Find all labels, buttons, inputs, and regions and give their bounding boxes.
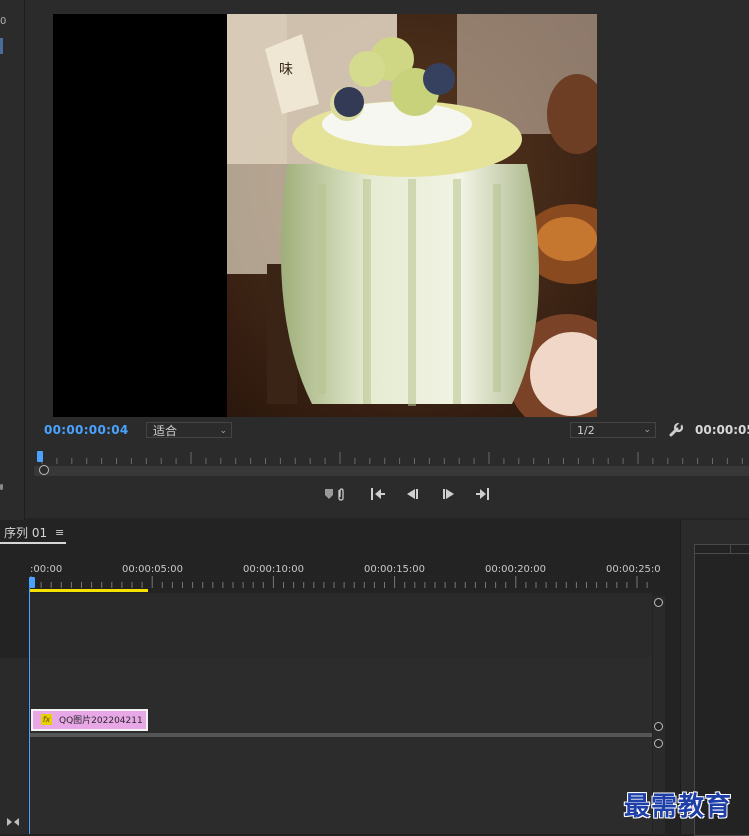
monitor-zoom-bar[interactable]	[34, 466, 749, 476]
ruler-label: 00:00:10:00	[243, 564, 305, 575]
panel-menu-icon[interactable]: ≡	[55, 526, 64, 539]
timeline-playhead[interactable]	[29, 577, 35, 588]
chevron-down-icon: ⌄	[643, 425, 651, 435]
ruler-label: 00:00:25:0	[606, 564, 661, 575]
ruler-label: :00:00	[30, 564, 63, 575]
clip-name: QQ图片202204211	[59, 716, 143, 726]
track-lane[interactable]	[30, 762, 652, 788]
fit-dropdown-value: 适合	[153, 424, 178, 438]
scroll-handle[interactable]	[654, 739, 663, 748]
scroll-handle[interactable]	[654, 722, 663, 731]
audio-meter-divider	[730, 544, 731, 553]
monitor-time-ruler[interactable]	[34, 446, 749, 466]
zoom-handle[interactable]	[39, 465, 49, 475]
track-lane[interactable]	[30, 787, 652, 813]
audio-meter-header-line	[694, 553, 749, 554]
video-clip[interactable]: fx QQ图片202204211	[31, 709, 148, 731]
resolution-dropdown[interactable]: 1/2 ⌄	[570, 422, 656, 438]
resolution-dropdown-value: 1/2	[577, 424, 595, 437]
fx-badge: fx	[41, 714, 52, 725]
step-forward-icon[interactable]	[440, 486, 460, 502]
left-panel-strip: 0	[0, 0, 25, 520]
scroll-handle[interactable]	[654, 598, 663, 607]
tab-sequence[interactable]: 序列 01	[4, 524, 47, 541]
current-timecode[interactable]: 00:00:00:04	[44, 423, 129, 437]
fit-dropdown[interactable]: 适合 ⌄	[146, 422, 232, 438]
track-header-column	[0, 658, 28, 834]
playhead-line	[29, 588, 30, 834]
ruler-label: 00:00:05:00	[122, 564, 184, 575]
svg-text:味: 味	[279, 62, 293, 78]
track-lane[interactable]	[30, 737, 652, 763]
work-area-bar[interactable]	[30, 589, 148, 592]
left-strip-handle[interactable]	[0, 484, 3, 490]
left-strip-accent	[0, 38, 3, 54]
ruler-label: 00:00:20:00	[485, 564, 547, 575]
program-preview-image: 味	[227, 14, 597, 417]
duration-timecode: 00:00:05	[695, 423, 749, 437]
wrench-icon[interactable]	[668, 422, 684, 438]
chevron-down-icon: ⌄	[219, 426, 227, 436]
video-tracks-area[interactable]	[30, 593, 652, 658]
track-lane[interactable]	[30, 683, 652, 709]
tab-active-indicator	[0, 542, 66, 544]
monitor-playhead[interactable]	[37, 451, 43, 462]
collapse-icon[interactable]	[6, 813, 20, 826]
watermark-logo: 最需教育	[624, 792, 733, 822]
add-marker-icon[interactable]	[324, 486, 344, 502]
left-strip-number: 0	[0, 16, 7, 27]
track-lane[interactable]	[30, 658, 652, 684]
ruler-label: 00:00:15:00	[364, 564, 426, 575]
go-to-out-icon[interactable]	[474, 486, 494, 502]
track-lane[interactable]	[30, 812, 652, 835]
step-back-icon[interactable]	[404, 486, 424, 502]
go-to-in-icon[interactable]	[369, 486, 389, 502]
